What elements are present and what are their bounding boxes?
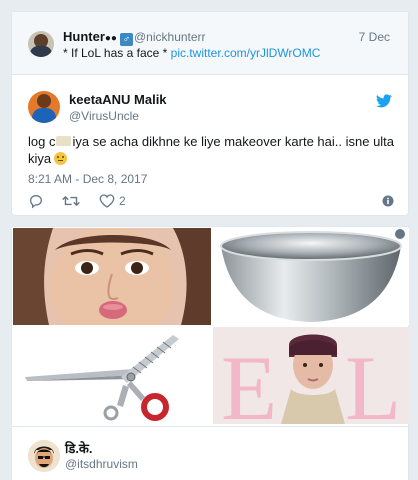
next-author-avatar[interactable] [28, 440, 60, 472]
quoted-text: * If LoL has a face * pic.twitter.com/yr… [63, 46, 320, 60]
svg-text:L: L [345, 337, 401, 424]
tweet-text-part2: iya se acha dikhne ke liye makeover kart… [28, 134, 395, 166]
steel-bowl-photo[interactable] [213, 228, 409, 325]
quoted-date[interactable]: 7 Dec [359, 30, 390, 44]
quoted-handle[interactable]: @nickhunterr [134, 30, 206, 44]
reply-icon [29, 194, 43, 209]
tweet-card[interactable]: Hunter●● ♂ @nickhunterr 7 Dec * If LoL ha… [11, 11, 409, 216]
scissors-photo[interactable] [13, 327, 211, 424]
quoted-link[interactable]: pic.twitter.com/yrJlDWrOMC [171, 46, 321, 60]
censor-blur [56, 136, 72, 146]
heart-icon [99, 194, 115, 208]
like-count: 2 [119, 194, 126, 208]
author-avatar[interactable] [28, 91, 60, 123]
divider [12, 426, 408, 427]
twitter-bird-icon[interactable] [376, 94, 392, 108]
info-button[interactable] [382, 192, 394, 210]
quoted-text-body: * If LoL has a face * [63, 46, 168, 60]
smiley-emoji-icon [54, 152, 68, 165]
info-icon [382, 195, 394, 207]
media-grid: E L [13, 228, 409, 424]
media-tweet-card[interactable]: E L डि.के. @itsdhruvism [11, 226, 409, 480]
reply-button[interactable] [28, 192, 44, 210]
quoted-name-text: Hunter [63, 29, 105, 44]
quoted-avatar[interactable] [28, 31, 54, 57]
tweet-text: log c iya se acha dikhne ke liye makeover… [28, 133, 396, 167]
tweet-actions: 2 [28, 192, 394, 210]
magazine-cover-photo[interactable]: E L [213, 327, 409, 424]
tweet-timestamp[interactable]: 8:21 AM - Dec 8, 2017 [28, 172, 147, 186]
author-display-name[interactable]: keetaANU Malik [69, 92, 167, 107]
author-handle[interactable]: @VirusUncle [69, 109, 139, 123]
fire-emoji-icon: ●● [104, 33, 117, 44]
svg-text:E: E [221, 337, 277, 424]
retweet-icon [62, 195, 80, 207]
next-author-handle[interactable]: @itsdhruvism [65, 457, 138, 471]
info-icon [395, 229, 405, 239]
tweet-text-part1: log c [28, 134, 56, 149]
male-sign-icon: ♂ [119, 33, 133, 46]
quoted-tweet-header[interactable]: Hunter●● ♂ @nickhunterr 7 Dec * If LoL ha… [12, 12, 408, 75]
like-button[interactable]: 2 [99, 192, 126, 210]
face-pout-photo[interactable] [13, 228, 211, 325]
next-author-display-name[interactable]: डि.के. [65, 439, 93, 457]
quoted-display-name[interactable]: Hunter●● ♂ [63, 29, 133, 46]
retweet-button[interactable] [62, 192, 80, 210]
